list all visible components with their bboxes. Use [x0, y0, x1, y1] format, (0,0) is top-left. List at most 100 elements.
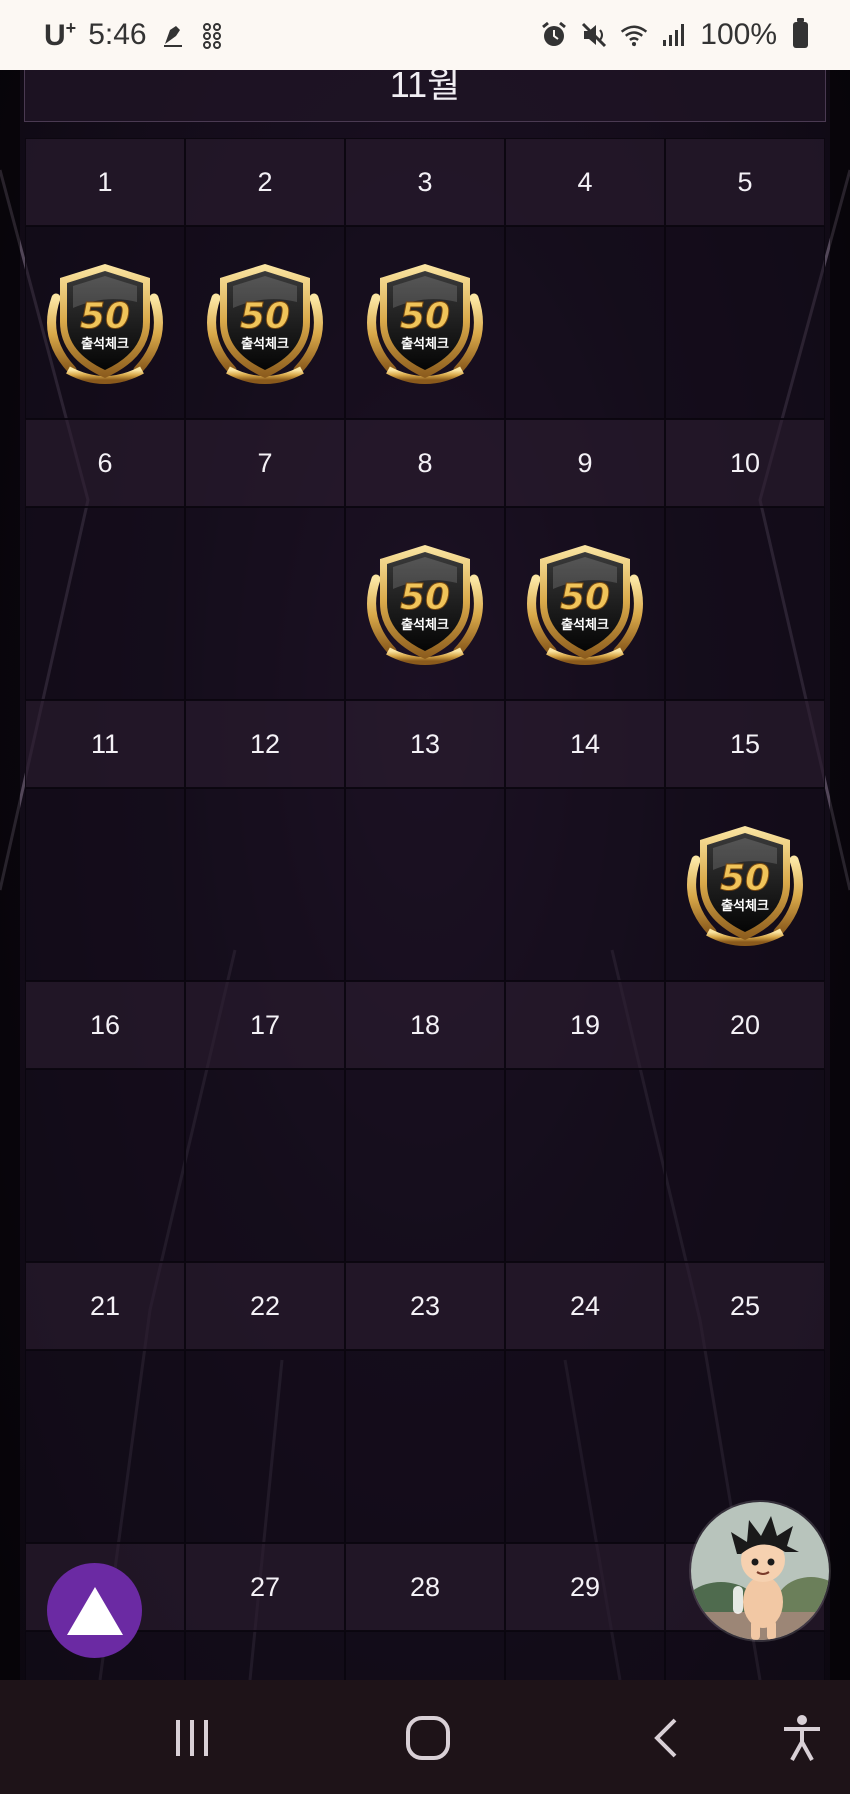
accessibility-button[interactable]	[772, 1708, 832, 1768]
day-number: 13	[345, 700, 505, 788]
pen-notification-icon	[159, 21, 187, 49]
day-number: 17	[185, 981, 345, 1069]
stamp-cell	[505, 788, 665, 981]
stamp-cell	[665, 1069, 825, 1262]
week-day-row: 6 7 8 9 10	[25, 419, 825, 507]
scroll-to-top-button[interactable]	[47, 1563, 142, 1658]
stamp-label: 출석체크	[401, 617, 449, 633]
stamp-cell: 50 출석체크	[185, 226, 345, 419]
week-stamp-row	[25, 1069, 825, 1262]
day-number: 3	[345, 138, 505, 226]
stamp-number: 50	[80, 296, 130, 337]
stamp-cell	[185, 1350, 345, 1543]
wifi-icon	[620, 21, 648, 49]
day-number: 14	[505, 700, 665, 788]
recent-apps-button[interactable]	[162, 1708, 222, 1768]
attendance-stamp-icon: 50 출석체크	[527, 544, 643, 665]
status-right: 100%	[540, 18, 808, 52]
day-number: 29	[505, 1543, 665, 1631]
stamp-cell	[25, 1350, 185, 1543]
stamp-cell	[665, 226, 825, 419]
day-number: 28	[345, 1543, 505, 1631]
system-navigation-bar	[0, 1680, 850, 1794]
stamp-label: 출석체크	[81, 336, 129, 352]
day-number: 5	[665, 138, 825, 226]
week-day-row: 12345	[25, 138, 825, 226]
day-number: 23	[345, 1262, 505, 1350]
status-bar: U+ 5:46 100%	[0, 0, 850, 70]
stamp-cell	[505, 1350, 665, 1543]
stamp-cell	[505, 1069, 665, 1262]
day-number: 15	[665, 700, 825, 788]
carrier-label: U+	[44, 18, 76, 53]
day-number: 20	[665, 981, 825, 1069]
stamp-cell	[665, 507, 825, 700]
day-number: 4	[505, 138, 665, 226]
stamp-cell: 50 출석체크	[505, 507, 665, 700]
month-title: 11월	[24, 70, 826, 122]
day-number: 10	[665, 419, 825, 507]
alarm-icon	[540, 21, 568, 49]
day-number: 18	[345, 981, 505, 1069]
day-number: 27	[185, 1543, 345, 1631]
battery-percent: 100%	[700, 18, 777, 51]
carrier-plus: +	[65, 17, 77, 38]
day-number: 12	[185, 700, 345, 788]
signal-icon	[660, 21, 688, 49]
stamp-cell	[345, 1069, 505, 1262]
stamp-number: 50	[400, 577, 450, 618]
accessibility-icon	[784, 1715, 820, 1761]
week-day-row: 16 17 18 19 20	[25, 981, 825, 1069]
home-button[interactable]	[398, 1708, 458, 1768]
battery-icon	[793, 18, 808, 48]
day-number: 6	[25, 419, 185, 507]
stamp-cell: 50 출석체크	[345, 507, 505, 700]
mute-icon	[580, 21, 608, 49]
character-avatar-button[interactable]	[689, 1500, 831, 1642]
stamp-label: 출석체크	[561, 617, 609, 633]
stamp-cell: 50 출석체크	[665, 788, 825, 981]
day-number: 21	[25, 1262, 185, 1350]
week-day-row: 11 12 13 14 15	[25, 700, 825, 788]
stamp-label: 출석체크	[721, 898, 769, 914]
day-number: 7	[185, 419, 345, 507]
day-number: 22	[185, 1262, 345, 1350]
week-day-row: 21 22 23 24 25	[25, 1262, 825, 1350]
day-number: 8	[345, 419, 505, 507]
stamp-cell: 50 출석체크	[345, 226, 505, 419]
week-stamp-row: 50 출석체크	[25, 788, 825, 981]
attendance-stamp-icon: 50 출석체크	[207, 263, 323, 384]
home-icon	[406, 1716, 450, 1760]
stamp-cell	[185, 788, 345, 981]
week-stamp-row: 50 출석체크 50 출석체크	[25, 507, 825, 700]
stamp-label: 출석체크	[241, 336, 289, 352]
stamp-cell	[505, 226, 665, 419]
attendance-stamp-icon: 50 출석체크	[367, 263, 483, 384]
day-number: 24	[505, 1262, 665, 1350]
stamp-number: 50	[560, 577, 610, 618]
stamp-cell	[345, 788, 505, 981]
stamp-cell	[185, 507, 345, 700]
back-button[interactable]	[637, 1708, 697, 1768]
stamp-cell	[345, 1350, 505, 1543]
stamp-cell: 50 출석체크	[25, 226, 185, 419]
day-number: 16	[25, 981, 185, 1069]
attendance-stamp-icon: 50 출석체크	[47, 263, 163, 384]
attendance-stamp-icon: 50 출석체크	[687, 825, 803, 946]
back-icon	[654, 1718, 677, 1758]
day-number: 9	[505, 419, 665, 507]
day-number: 2	[185, 138, 345, 226]
day-number: 25	[665, 1262, 825, 1350]
week-stamp-row	[25, 1350, 825, 1543]
triangle-up-icon	[66, 1586, 123, 1635]
character-avatar	[691, 1502, 829, 1640]
week-stamp-row: 50 출석체크 50 출석체크	[25, 226, 825, 419]
network-dots-icon	[199, 21, 227, 49]
stamp-label: 출석체크	[401, 336, 449, 352]
stamp-cell	[25, 788, 185, 981]
carrier-name: U	[44, 18, 66, 52]
stamp-number: 50	[240, 296, 290, 337]
status-left: U+ 5:46	[44, 18, 227, 53]
attendance-stamp-icon: 50 출석체크	[367, 544, 483, 665]
stamp-number: 50	[720, 858, 770, 899]
